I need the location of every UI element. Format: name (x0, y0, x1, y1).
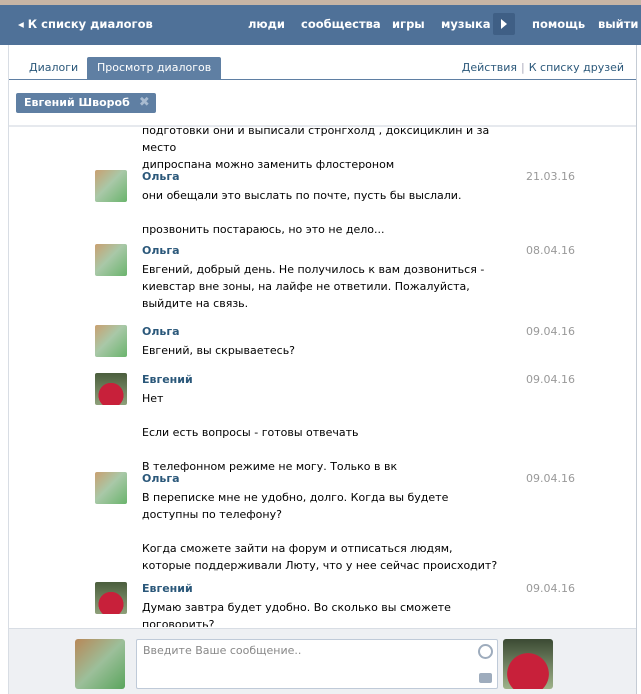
message-date: 09.04.16 (526, 472, 575, 485)
close-icon[interactable]: ✖ (139, 93, 150, 113)
play-arrow-icon[interactable] (493, 13, 515, 35)
avatar[interactable] (95, 325, 127, 357)
nav-help[interactable]: помощь (532, 17, 585, 31)
message-text: Если есть вопросы - готовы отвечать (142, 426, 359, 439)
nav-communities[interactable]: сообщества (301, 17, 381, 31)
friends-list-link[interactable]: К списку друзей (529, 61, 624, 74)
message-input[interactable]: Введите Ваше сообщение.. (136, 639, 498, 689)
camera-icon[interactable] (479, 673, 492, 683)
dialog-page: Диалоги Просмотр диалогов Действия | К спи… (8, 45, 637, 694)
emoji-icon[interactable] (478, 644, 493, 659)
link-separator: | (521, 61, 525, 74)
message-text: они обещали это выслать по почте, пусть … (142, 189, 462, 202)
message-text: подготовки они и выписали стронгхолд , д… (142, 127, 490, 154)
message-text: прозвонить постараюсь, но это не дело... (142, 223, 385, 236)
composer: Введите Ваше сообщение.. (9, 628, 636, 694)
message-text: Евгений, вы скрываетесь? (142, 344, 296, 357)
top-header: ◂ К списку диалогов люди сообщества игры… (0, 5, 641, 45)
tab-links: Действия | К списку друзей (462, 61, 624, 74)
author-name[interactable]: Ольга (142, 472, 180, 485)
message-text: дипроспана можно заменить флостероном (142, 158, 395, 171)
nav-logout[interactable]: выйти (598, 17, 638, 31)
avatar[interactable] (95, 373, 127, 405)
avatar[interactable] (95, 472, 127, 504)
message-date: 09.04.16 (526, 325, 575, 338)
message-date: 09.04.16 (526, 373, 575, 386)
tabs: Диалоги Просмотр диалогов Действия | К спи… (9, 57, 636, 80)
message-text: Евгений, добрый день. Не получилось к ва… (142, 263, 485, 310)
author-name[interactable]: Евгений (142, 582, 193, 595)
nav-music[interactable]: музыка (441, 17, 491, 31)
message-date: 21.03.16 (526, 170, 575, 183)
nav-people[interactable]: люди (248, 17, 285, 31)
author-name[interactable]: Ольга (142, 170, 180, 183)
avatar[interactable] (95, 582, 127, 614)
message-date: 08.04.16 (526, 244, 575, 257)
recipient-chip: Евгений Швороб ✖ (16, 93, 156, 113)
avatar[interactable] (95, 244, 127, 276)
my-avatar[interactable] (75, 639, 125, 689)
avatar[interactable] (95, 170, 127, 202)
message-text: В телефонном режиме не могу. Только в вк (142, 460, 398, 473)
message-continuation: подготовки они и выписали стронгхолд , д… (142, 127, 502, 173)
message-date: 09.04.16 (526, 582, 575, 595)
message-text: Нет (142, 392, 164, 405)
nav-games[interactable]: игры (392, 17, 425, 31)
message-text: Думаю завтра будет удобно. Во сколько вы… (142, 601, 451, 627)
author-name[interactable]: Евгений (142, 373, 193, 386)
message-list[interactable]: подготовки они и выписали стронгхолд , д… (9, 127, 636, 627)
message-placeholder: Введите Ваше сообщение.. (143, 644, 302, 657)
tab-view-dialogs[interactable]: Просмотр диалогов (87, 57, 222, 79)
recipient-name: Евгений Швороб (24, 96, 130, 109)
actions-link[interactable]: Действия (462, 61, 517, 74)
message-text: В переписке мне не удобно, долго. Когда … (142, 491, 449, 521)
author-name[interactable]: Ольга (142, 244, 180, 257)
author-name[interactable]: Ольга (142, 325, 180, 338)
back-to-dialogs-link[interactable]: ◂ К списку диалогов (18, 17, 153, 31)
recipient-avatar[interactable] (503, 639, 553, 689)
message-text: Когда сможете зайти на форум и отписатьс… (142, 542, 498, 572)
back-label: К списку диалогов (27, 17, 153, 31)
tab-dialogs[interactable]: Диалоги (19, 57, 88, 79)
